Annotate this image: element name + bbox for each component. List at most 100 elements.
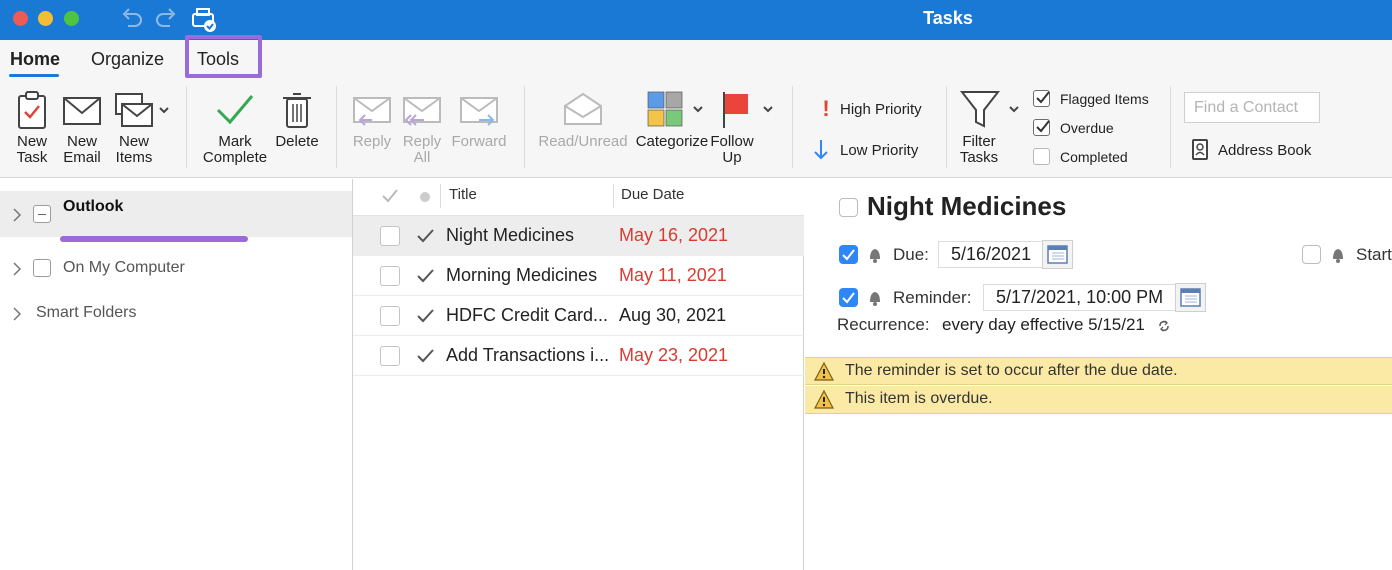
check-icon bbox=[417, 229, 434, 243]
task-list-header: Title Due Date bbox=[353, 179, 804, 216]
task-row[interactable]: HDFC Credit Card... Aug 30, 2021 bbox=[353, 296, 804, 336]
overdue-checkbox[interactable] bbox=[1033, 119, 1050, 136]
mark-complete-label-1: Mark bbox=[218, 133, 252, 150]
on-my-computer-checkbox[interactable] bbox=[33, 259, 51, 277]
follow-up-button[interactable]: Follow Up bbox=[710, 90, 776, 166]
categorize-icon bbox=[647, 91, 703, 127]
window-title: Tasks bbox=[923, 8, 973, 28]
reminder-calendar-button[interactable] bbox=[1175, 283, 1206, 312]
low-priority-button[interactable]: Low Priority bbox=[812, 138, 918, 162]
task-row[interactable]: Morning Medicines May 11, 2021 bbox=[353, 256, 804, 296]
check-icon bbox=[842, 249, 855, 261]
due-date-field[interactable]: 5/16/2021 bbox=[938, 241, 1044, 268]
reply-all-label-1: Reply bbox=[402, 133, 442, 150]
check-icon bbox=[417, 309, 434, 323]
warning-text: This item is overdue. bbox=[845, 390, 993, 407]
chevron-down-icon bbox=[1009, 106, 1019, 113]
reminder-field[interactable]: 5/17/2021, 10:00 PM bbox=[983, 284, 1176, 311]
follow-up-label-1: Follow bbox=[710, 133, 754, 150]
chevron-down-icon bbox=[693, 106, 703, 113]
task-due-date: May 11, 2021 bbox=[619, 265, 727, 285]
task-complete-checkbox[interactable] bbox=[380, 306, 400, 326]
filter-tasks-button[interactable]: Filter Tasks bbox=[958, 90, 1024, 166]
filter-flagged-items[interactable]: Flagged Items bbox=[1033, 90, 1149, 107]
calendar-icon bbox=[1047, 245, 1068, 264]
new-items-icon bbox=[115, 93, 169, 127]
completed-label: Completed bbox=[1060, 148, 1128, 165]
tab-organize[interactable]: Organize bbox=[91, 49, 164, 70]
categorize-button[interactable]: Categorize bbox=[634, 90, 710, 150]
new-task-label-1: New bbox=[16, 133, 47, 150]
read-unread-button[interactable]: Read/Unread bbox=[538, 90, 628, 150]
forward-button[interactable]: Forward bbox=[450, 90, 508, 150]
check-icon bbox=[417, 349, 434, 363]
mark-complete-label-2: Complete bbox=[202, 149, 268, 166]
delete-label: Delete bbox=[275, 133, 319, 150]
recurrence-value[interactable]: every day effective 5/15/21 bbox=[942, 315, 1145, 335]
address-book-button[interactable]: Address Book bbox=[1190, 138, 1311, 162]
task-row[interactable]: Add Transactions i... May 23, 2021 bbox=[353, 336, 804, 376]
ribbon-divider bbox=[946, 86, 947, 168]
warning-icon bbox=[814, 390, 834, 409]
task-complete-checkbox[interactable] bbox=[380, 226, 400, 246]
task-complete-checkbox[interactable] bbox=[839, 198, 858, 217]
task-complete-checkbox[interactable] bbox=[380, 266, 400, 286]
filter-icon bbox=[959, 91, 1019, 128]
address-book-icon bbox=[1192, 139, 1208, 160]
chevron-right-icon[interactable] bbox=[12, 262, 22, 276]
categorize-label: Categorize bbox=[635, 133, 709, 150]
ribbon-divider bbox=[336, 86, 337, 168]
task-title: Morning Medicines bbox=[446, 265, 598, 285]
high-priority-button[interactable]: ! High Priority bbox=[812, 96, 921, 122]
complete-column-icon[interactable] bbox=[381, 188, 399, 204]
due-date-column-header[interactable]: Due Date bbox=[621, 186, 684, 203]
filter-tasks-label-1: Filter bbox=[962, 133, 996, 150]
bell-icon bbox=[870, 292, 880, 306]
task-row[interactable]: Night Medicines May 16, 2021 bbox=[353, 216, 804, 256]
filter-completed[interactable]: Completed bbox=[1033, 148, 1128, 165]
check-icon bbox=[417, 269, 434, 283]
folder-on-my-computer[interactable]: On My Computer bbox=[0, 246, 352, 292]
due-checkbox[interactable] bbox=[839, 245, 858, 264]
folder-smart-folders[interactable]: Smart Folders bbox=[0, 291, 352, 337]
reply-icon bbox=[353, 97, 391, 126]
find-contact-input[interactable]: Find a Contact bbox=[1184, 92, 1320, 123]
reply-all-icon bbox=[403, 97, 441, 126]
overdue-label: Overdue bbox=[1060, 119, 1114, 136]
priority-column-icon[interactable] bbox=[420, 192, 430, 202]
new-items-button[interactable]: New Items bbox=[112, 90, 172, 166]
task-complete-checkbox[interactable] bbox=[380, 346, 400, 366]
folder-outlook[interactable]: Outlook bbox=[0, 191, 352, 242]
outlook-folder-checkbox[interactable] bbox=[33, 205, 51, 223]
low-priority-label: Low Priority bbox=[840, 141, 919, 159]
flagged-items-checkbox[interactable] bbox=[1033, 90, 1050, 107]
completed-checkbox[interactable] bbox=[1033, 148, 1050, 165]
start-checkbox[interactable] bbox=[1302, 245, 1321, 264]
redaction-line bbox=[60, 236, 248, 242]
task-list: Title Due Date Night Medicines May 16, 2… bbox=[353, 179, 804, 570]
chevron-right-icon[interactable] bbox=[12, 208, 22, 222]
reply-button[interactable]: Reply bbox=[350, 90, 394, 150]
folder-label: Outlook bbox=[63, 198, 124, 215]
filter-overdue[interactable]: Overdue bbox=[1033, 119, 1114, 136]
follow-up-label-2: Up bbox=[722, 149, 742, 166]
reply-all-button[interactable]: Reply All bbox=[400, 90, 444, 166]
envelope-icon bbox=[63, 97, 101, 125]
recurrence-icon[interactable] bbox=[1157, 319, 1171, 333]
new-task-button[interactable]: New Task bbox=[8, 90, 56, 166]
ribbon-divider bbox=[524, 86, 525, 168]
chevron-right-icon[interactable] bbox=[12, 307, 22, 321]
task-due-date: Aug 30, 2021 bbox=[619, 305, 727, 325]
new-email-button[interactable]: New Email bbox=[60, 90, 104, 166]
task-detail-title[interactable]: Night Medicines bbox=[867, 191, 1066, 222]
mark-complete-button[interactable]: Mark Complete bbox=[200, 90, 270, 166]
new-email-label-1: New bbox=[66, 133, 97, 150]
delete-button[interactable]: Delete bbox=[272, 90, 322, 150]
due-calendar-button[interactable] bbox=[1042, 240, 1073, 269]
reminder-checkbox[interactable] bbox=[839, 288, 858, 307]
task-title: Night Medicines bbox=[446, 225, 575, 245]
bell-icon bbox=[870, 249, 880, 263]
title-column-header[interactable]: Title bbox=[449, 186, 477, 203]
tab-home[interactable]: Home bbox=[10, 49, 60, 70]
chevron-down-icon bbox=[159, 107, 169, 114]
